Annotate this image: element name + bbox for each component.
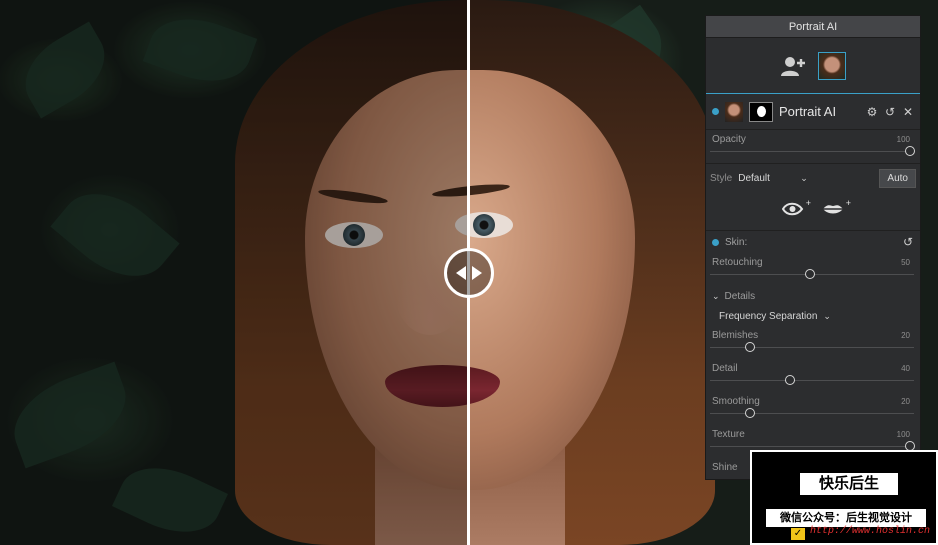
slider-track[interactable] <box>710 380 914 381</box>
slider-value: 20 <box>901 331 910 340</box>
watermark-box: 快乐后生 微信公众号：后生视觉设计 ✓ http://www.hoslin.cn <box>750 450 938 545</box>
slider-value: 20 <box>901 397 910 406</box>
opacity-slider[interactable]: Opacity 100 <box>706 130 920 163</box>
retouching-slider[interactable]: Retouching 50 <box>706 253 920 286</box>
panel-title: Portrait AI <box>706 16 920 38</box>
watermark-url: http://www.hoslin.cn <box>810 526 931 537</box>
lips-plus-icon[interactable]: + <box>822 198 851 221</box>
slider-knob[interactable] <box>745 408 755 418</box>
compare-split-handle[interactable] <box>444 248 494 298</box>
detail-slider[interactable]: Detail 40 <box>706 359 920 392</box>
slider-label: Blemishes <box>712 330 759 341</box>
retouching-label: Retouching <box>712 257 763 268</box>
faces-row <box>706 38 920 94</box>
feature-icons-row: + + <box>706 193 920 231</box>
slider-knob[interactable] <box>905 146 915 156</box>
arrow-left-icon <box>456 266 466 280</box>
slider-value: 40 <box>901 364 910 373</box>
chevron-down-icon[interactable]: ⌄ <box>800 173 808 184</box>
chevron-down-icon: ⌄ <box>712 290 720 301</box>
opacity-value: 100 <box>896 135 910 144</box>
slider-label: Smoothing <box>712 396 760 407</box>
mask-thumbnail[interactable] <box>749 101 773 122</box>
skin-active-dot[interactable] <box>712 238 719 246</box>
reset-icon[interactable]: ↺ <box>884 105 896 119</box>
auto-button[interactable]: Auto <box>879 169 916 188</box>
detected-face-thumbnail[interactable] <box>818 51 846 80</box>
chevron-down-icon: ⌄ <box>823 310 831 321</box>
details-toggle[interactable]: ⌄ Details <box>706 286 920 306</box>
style-label: Style <box>710 173 733 184</box>
close-icon[interactable]: ✕ <box>902 105 914 119</box>
watermark-subtitle: 微信公众号：后生视觉设计 <box>766 509 926 527</box>
reset-icon[interactable]: ↺ <box>902 235 914 249</box>
before-overlay <box>0 0 468 545</box>
slider-knob[interactable] <box>805 269 815 279</box>
slider-value: 100 <box>896 430 910 439</box>
layer-row[interactable]: Portrait AI ⚙ ↺ ✕ <box>706 94 920 130</box>
slider-label: Detail <box>712 363 738 374</box>
detail-slider[interactable]: Blemishes 20 <box>706 326 920 359</box>
watermark-title: 快乐后生 <box>800 473 898 495</box>
detail-slider[interactable]: Smoothing 20 <box>706 392 920 425</box>
layer-active-dot[interactable] <box>712 108 719 115</box>
slider-track[interactable] <box>710 446 914 447</box>
layer-name: Portrait AI <box>779 104 837 119</box>
slider-track[interactable] <box>710 347 914 348</box>
portrait-ai-panel: Portrait AI Portrait AI ⚙ ↺ ✕ Opacity 10… <box>705 15 921 480</box>
gear-icon[interactable]: ⚙ <box>866 105 878 119</box>
style-dropdown[interactable]: Default <box>738 173 794 184</box>
arrow-right-icon <box>472 266 482 280</box>
opacity-label: Opacity <box>712 134 746 145</box>
slider-knob[interactable] <box>745 342 755 352</box>
slider-track[interactable] <box>710 413 914 414</box>
slider-knob[interactable] <box>785 375 795 385</box>
slider-track[interactable] <box>710 151 914 152</box>
skin-label: Skin: <box>725 236 748 248</box>
style-row: Style Default ⌄ Auto <box>706 163 920 193</box>
mode-label: Frequency Separation <box>719 310 818 322</box>
retouching-value: 50 <box>901 258 910 267</box>
skin-section-header[interactable]: Skin: ↺ <box>706 231 920 253</box>
slider-label: Texture <box>712 429 745 440</box>
eye-plus-icon[interactable]: + <box>781 198 811 221</box>
add-person-icon[interactable] <box>780 55 808 77</box>
details-label: Details <box>724 290 756 302</box>
frequency-separation-dropdown[interactable]: Frequency Separation ⌄ <box>706 306 920 326</box>
layer-thumbnail <box>725 101 743 122</box>
slider-label: Shine <box>712 462 738 473</box>
